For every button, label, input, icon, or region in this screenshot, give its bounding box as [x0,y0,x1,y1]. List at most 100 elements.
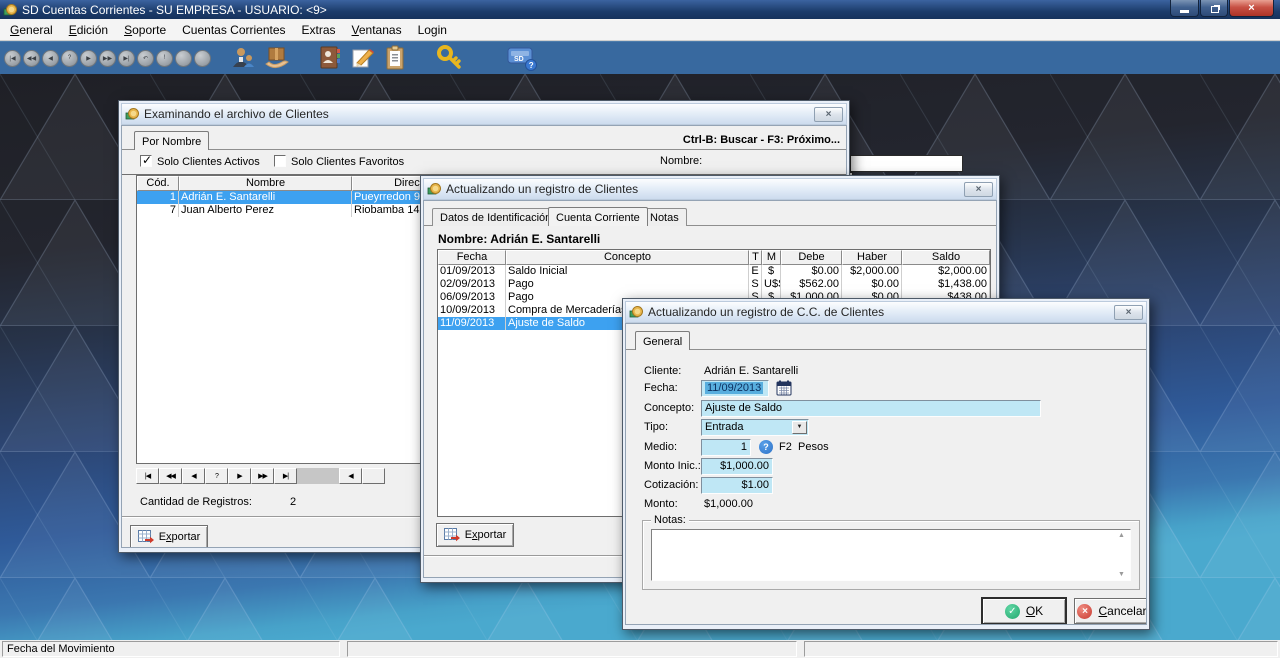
minimize-button[interactable] [1170,0,1199,17]
menu-item[interactable]: Login [410,21,455,39]
menu-item[interactable]: General [2,21,61,39]
fecha-input[interactable]: 11/09/2013 [701,380,769,397]
close-button[interactable]: × [1229,0,1274,17]
monto-inic-input[interactable]: $1,000.00 [701,458,773,475]
nav-button[interactable]: ? [205,468,228,484]
nav-button[interactable]: |◀ [136,468,159,484]
nav-button[interactable]: ▶ [228,468,251,484]
package-icon[interactable] [263,45,291,71]
coin-icon [427,182,441,196]
toolbar-round-button[interactable]: ? [61,50,78,67]
tab-general[interactable]: General [635,331,690,350]
menu-item[interactable]: Ventanas [344,21,410,39]
menu-item[interactable]: Edición [61,21,116,39]
tab-cuenta-corriente[interactable]: Cuenta Corriente [548,207,648,226]
tab-por-nombre[interactable]: Por Nombre [134,131,209,150]
scrollbar[interactable]: ▲▼ [1115,532,1128,578]
caption-buttons: × [1169,0,1274,17]
close-button[interactable]: × [1114,305,1143,320]
users-icon[interactable] [229,45,257,71]
table-row[interactable]: 02/09/2013 Pago S U$S $562.00 $0.00 $1,4… [438,278,990,291]
window-titlebar[interactable]: Actualizando un registro de Clientes × [423,178,997,200]
solo-favoritos-checkbox[interactable]: Solo Clientes Favoritos [274,155,404,168]
notas-textarea[interactable]: ▲▼ [651,529,1131,581]
tab-datos-identificacion[interactable]: Datos de Identificación [432,208,559,226]
window-title: Examinando el archivo de Clientes [144,107,329,121]
edit-icon[interactable] [350,45,376,71]
window-actualizando-cc: Actualizando un registro de C.C. de Clie… [622,298,1150,630]
toolbar-round-button[interactable]: ▶ [80,50,97,67]
menu-item[interactable]: Cuentas Corrientes [174,21,293,39]
solo-activos-checkbox[interactable]: Solo Clientes Activos [140,155,260,168]
db-navigator: |◀◀◀◀?▶▶▶▶| ◀ [136,468,385,484]
toolbar-round-button[interactable] [175,50,192,67]
app-coin-icon [3,3,17,17]
exportar-button[interactable]: Exportar [436,523,514,547]
medio-label: Medio: [644,441,677,453]
cotizacion-input[interactable]: $1.00 [701,477,773,494]
clipboard-icon[interactable] [383,45,407,71]
nav-button[interactable]: ▶| [274,468,297,484]
window-titlebar[interactable]: Examinando el archivo de Clientes × [121,103,847,125]
close-button[interactable]: × [814,107,843,122]
close-button[interactable]: × [964,182,993,197]
monto-value: $1,000.00 [704,498,753,510]
tab-notas[interactable]: Notas [642,208,687,226]
concepto-input[interactable]: Ajuste de Saldo [701,400,1041,417]
cancel-x-icon: × [1077,604,1092,619]
nav-main-buttons: |◀◀◀◀?▶▶▶▶| [136,468,297,484]
nav-button[interactable]: ▶▶ [251,468,274,484]
calendar-icon[interactable] [776,380,792,399]
nav-button[interactable]: ◀ [182,468,205,484]
toolbar-round-button[interactable]: ▶▶ [99,50,116,67]
app-titlebar[interactable]: SD Cuentas Corrientes - SU EMPRESA - USU… [0,0,1280,19]
svg-text:SD: SD [514,56,524,63]
toolbar-round-button[interactable]: ▶| [118,50,135,67]
restore-button[interactable] [1200,0,1228,17]
table-row[interactable]: 01/09/2013 Saldo Inicial E $ $0.00 $2,00… [438,265,990,278]
shortcut-hint: Ctrl-B: Buscar - F3: Próximo... [683,134,840,146]
toolbar: |◀◀◀◀?▶▶▶▶|↶! [0,41,1280,74]
chevron-down-icon[interactable]: ▼ [792,421,807,434]
menu-item[interactable]: Extras [294,21,344,39]
concepto-label: Concepto: [644,402,694,414]
nav-button[interactable] [362,468,385,484]
cancel-button[interactable]: × Cancelar [1074,598,1147,624]
ok-button[interactable]: ✓ OK [982,598,1066,624]
tipo-value: Entrada [705,421,744,433]
toolbar-round-button[interactable]: ◀◀ [23,50,40,67]
window-title: Actualizando un registro de Clientes [446,182,638,196]
toolbar-round-button[interactable]: ! [156,50,173,67]
cliente-label: Cliente: [644,365,681,377]
exportar-button[interactable]: Exportar [130,525,208,548]
cotizacion-value: $1.00 [741,479,769,491]
medio-value: 1 [741,441,747,453]
toolbar-round-button[interactable] [194,50,211,67]
tipo-select[interactable]: Entrada ▼ [701,419,809,436]
window-title: Actualizando un registro de C.C. de Clie… [648,305,884,319]
contacts-icon[interactable] [317,45,343,71]
toolbar-round-button[interactable]: ↶ [137,50,154,67]
medio-input[interactable]: 1 [701,439,751,456]
window-titlebar[interactable]: Actualizando un registro de C.C. de Clie… [625,301,1147,323]
menu-item[interactable]: Soporte [116,21,174,39]
nav-button[interactable]: ◀◀ [159,468,182,484]
cantidad-label: Cantidad de Registros: [140,496,252,508]
restore-icon [1211,6,1219,13]
sd-help-icon[interactable]: SD ? [505,45,539,71]
minimize-icon [1180,10,1189,13]
status-panel [804,641,1278,657]
nav-button[interactable]: ◀ [339,468,362,484]
nav-scroll-track[interactable] [297,468,339,484]
help-icon[interactable]: ? [759,440,773,454]
cliente-value: Adrián E. Santarelli [704,365,798,377]
monto-inic-label: Monto Inic.: [644,460,701,472]
tabstrip: General [626,329,1147,350]
key-icon[interactable] [435,45,465,71]
nombre-filter-label: Nombre: [660,155,702,167]
toolbar-round-button[interactable]: |◀ [4,50,21,67]
ok-label: OK [1026,604,1043,618]
tabstrip: Por Nombre Ctrl-B: Buscar - F3: Próximo.… [122,129,847,150]
toolbar-round-button[interactable]: ◀ [42,50,59,67]
coin-icon [125,107,139,121]
